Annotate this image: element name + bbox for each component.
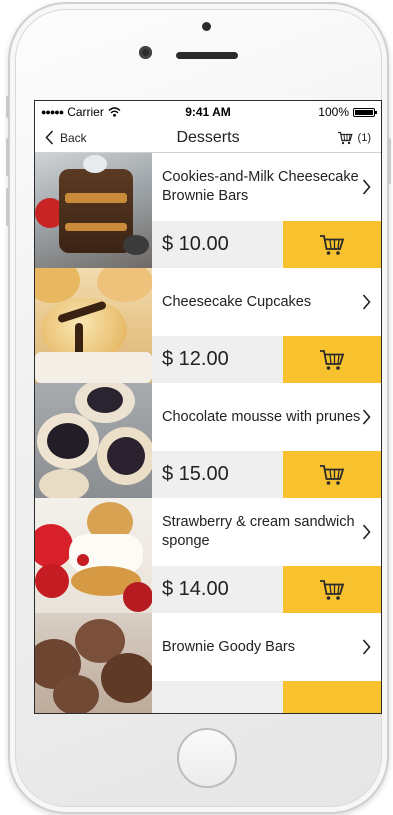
item-name: Brownie Goody Bars: [162, 638, 295, 655]
volume-down-button: [6, 188, 9, 226]
list-item: Cookies-and-Milk Cheesecake Brownie Bars…: [35, 153, 381, 268]
item-name: Strawberry & cream sandwich sponge: [162, 514, 355, 549]
list-item: Chocolate mousse with prunes $ 15.00: [35, 383, 381, 498]
add-to-cart-button[interactable]: [283, 451, 381, 498]
item-price: $ 12.00: [152, 336, 283, 383]
cart-icon: [320, 234, 345, 255]
chevron-right-icon: [362, 294, 371, 310]
item-price: $ 10.00: [152, 221, 283, 268]
chevron-right-icon: [362, 639, 371, 655]
dessert-image[interactable]: [35, 613, 152, 713]
front-camera: [139, 46, 152, 59]
item-name-row[interactable]: Cookies-and-Milk Cheesecake Brownie Bars: [152, 153, 381, 221]
list-item: Cheesecake Cupcakes $ 12.00: [35, 268, 381, 383]
chevron-right-icon: [362, 409, 371, 425]
cart-icon: [320, 464, 345, 485]
back-label: Back: [60, 130, 87, 145]
mute-switch: [6, 96, 9, 118]
add-to-cart-button[interactable]: [283, 336, 381, 383]
navigation-bar: Back Desserts (1): [35, 123, 381, 153]
chevron-right-icon: [362, 524, 371, 540]
add-to-cart-button[interactable]: [283, 221, 381, 268]
cart-icon: [337, 131, 353, 144]
home-button[interactable]: [177, 728, 237, 788]
dessert-image[interactable]: [35, 268, 152, 383]
status-bar: ●●●●● Carrier 9:41 AM 100%: [35, 101, 381, 123]
item-price: [152, 681, 283, 713]
item-name: Cookies-and-Milk Cheesecake Brownie Bars: [162, 169, 359, 204]
dessert-image[interactable]: [35, 498, 152, 613]
cart-count: (1): [357, 131, 371, 144]
item-name-row[interactable]: Strawberry & cream sandwich sponge: [152, 498, 381, 566]
volume-up-button: [6, 138, 9, 176]
back-button[interactable]: Back: [35, 130, 87, 145]
chevron-left-icon: [45, 130, 54, 145]
cart-button[interactable]: (1): [337, 131, 371, 145]
item-name-row[interactable]: Chocolate mousse with prunes: [152, 383, 381, 451]
item-price: $ 15.00: [152, 451, 283, 498]
dessert-list: Cookies-and-Milk Cheesecake Brownie Bars…: [35, 153, 381, 713]
item-name-row[interactable]: Cheesecake Cupcakes: [152, 268, 381, 336]
item-name: Cheesecake Cupcakes: [162, 293, 312, 310]
add-to-cart-button[interactable]: [283, 566, 381, 613]
app-screen: ●●●●● Carrier 9:41 AM 100% Back Desserts: [34, 100, 382, 714]
item-name-row[interactable]: Brownie Goody Bars: [152, 613, 381, 681]
battery-icon: [353, 107, 377, 117]
chevron-right-icon: [362, 179, 371, 195]
add-to-cart-button[interactable]: [283, 681, 381, 713]
list-item: Strawberry & cream sandwich sponge $ 14.…: [35, 498, 381, 613]
dessert-image[interactable]: [35, 153, 152, 268]
dessert-image[interactable]: [35, 383, 152, 498]
power-button: [388, 138, 391, 184]
cart-icon: [320, 579, 345, 600]
list-item: Brownie Goody Bars: [35, 613, 381, 713]
proximity-sensor: [202, 22, 211, 31]
item-name: Chocolate mousse with prunes: [162, 408, 361, 425]
earpiece-speaker: [176, 52, 238, 59]
cart-icon: [320, 349, 345, 370]
item-price: $ 14.00: [152, 566, 283, 613]
battery-percent: 100%: [318, 105, 349, 119]
